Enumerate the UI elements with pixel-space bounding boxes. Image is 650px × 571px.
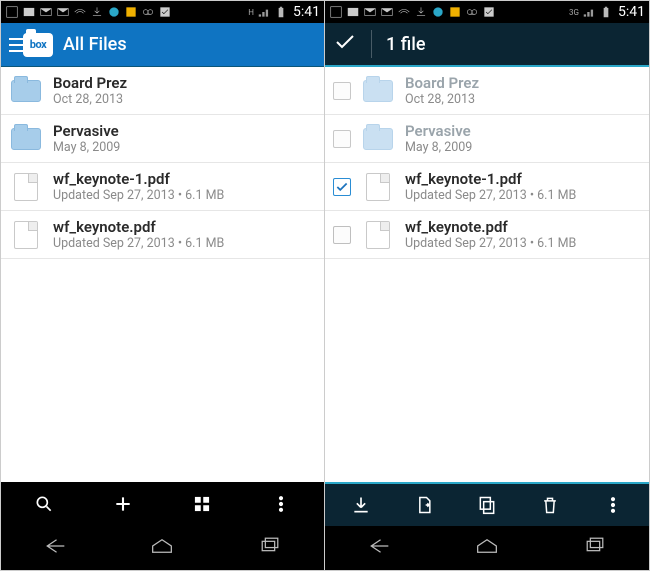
file-list-selection: Board Prez Oct 28, 2013 Pervasive May 8,… (325, 67, 649, 482)
checkbox[interactable] (333, 130, 351, 148)
signal-icon (257, 5, 271, 19)
audible-icon (397, 5, 411, 19)
share-button[interactable] (408, 489, 440, 521)
checkbox[interactable] (333, 226, 351, 244)
back-button[interactable] (365, 535, 393, 561)
action-bar (1, 482, 324, 526)
picture-icon (22, 5, 36, 19)
item-sub: Updated Sep 27, 2013 • 6.1 MB (53, 188, 224, 203)
item-sub: Updated Sep 27, 2013 • 6.1 MB (405, 236, 576, 251)
done-button[interactable] (333, 30, 357, 59)
app-icon (124, 5, 138, 19)
network-type: H (248, 8, 254, 17)
folder-icon (11, 80, 41, 102)
checkbox[interactable] (333, 82, 351, 100)
box-logo-icon: box (23, 33, 53, 57)
battery-icon (274, 5, 288, 19)
item-name: Pervasive (53, 122, 120, 140)
overflow-button[interactable] (597, 489, 629, 521)
download-button[interactable] (345, 489, 377, 521)
item-name: Board Prez (405, 74, 479, 92)
android-nav-bar (1, 526, 324, 570)
file-icon (14, 221, 38, 249)
item-name: wf_keynote-1.pdf (405, 170, 576, 188)
recent-apps-button[interactable] (256, 535, 284, 561)
phone-normal-mode: H 5:41 box All Files Board Prez Oct 28, … (1, 1, 325, 570)
folder-icon (363, 80, 393, 102)
download-icon (414, 5, 428, 19)
search-button[interactable] (28, 488, 60, 520)
selection-count: 1 file (386, 34, 425, 55)
clock: 5:41 (618, 4, 645, 20)
menu-and-logo[interactable]: box (9, 33, 53, 57)
app-icon (107, 5, 121, 19)
item-name: wf_keynote.pdf (53, 218, 224, 236)
status-bar: H 5:41 (1, 1, 324, 23)
list-item[interactable]: Pervasive May 8, 2009 (325, 115, 649, 163)
item-sub: Updated Sep 27, 2013 • 6.1 MB (53, 236, 224, 251)
list-item[interactable]: Board Prez Oct 28, 2013 (325, 67, 649, 115)
copy-button[interactable] (471, 489, 503, 521)
item-sub: Oct 28, 2013 (53, 92, 127, 107)
signal-icon (582, 5, 596, 19)
list-item[interactable]: wf_keynote-1.pdf Updated Sep 27, 2013 • … (1, 163, 324, 211)
status-bar: 3G 5:41 (325, 1, 649, 23)
check-icon (482, 5, 496, 19)
list-item[interactable]: wf_keynote-1.pdf Updated Sep 27, 2013 • … (325, 163, 649, 211)
grid-view-button[interactable] (186, 488, 218, 520)
picture-icon (346, 5, 360, 19)
folder-icon (363, 128, 393, 150)
separator (371, 30, 372, 58)
item-sub: Updated Sep 27, 2013 • 6.1 MB (405, 188, 576, 203)
list-item[interactable]: Pervasive May 8, 2009 (1, 115, 324, 163)
mail-icon (363, 5, 377, 19)
file-icon (366, 221, 390, 249)
delete-button[interactable] (534, 489, 566, 521)
app-icon (431, 5, 445, 19)
network-type: 3G (569, 8, 579, 17)
selection-app-bar: 1 file (325, 23, 649, 67)
file-icon (366, 173, 390, 201)
item-name: Board Prez (53, 74, 127, 92)
check-icon (158, 5, 172, 19)
app-bar: box All Files (1, 23, 324, 67)
item-name: Pervasive (405, 122, 472, 140)
file-list: Board Prez Oct 28, 2013 Pervasive May 8,… (1, 67, 324, 482)
notif-icon (329, 5, 343, 19)
folder-icon (11, 128, 41, 150)
android-nav-bar (325, 526, 649, 570)
item-sub: May 8, 2009 (53, 140, 120, 155)
audible-icon (73, 5, 87, 19)
selection-action-bar (325, 482, 649, 526)
mail-icon (380, 5, 394, 19)
download-icon (90, 5, 104, 19)
mail-icon (56, 5, 70, 19)
item-name: wf_keynote-1.pdf (53, 170, 224, 188)
voicemail-icon (141, 5, 155, 19)
notif-icon (5, 5, 19, 19)
mail-icon (39, 5, 53, 19)
list-item[interactable]: Board Prez Oct 28, 2013 (1, 67, 324, 115)
phone-selection-mode: 3G 5:41 1 file Board Prez Oct 28, 2013 (325, 1, 649, 570)
battery-icon (599, 5, 613, 19)
app-bar-title: All Files (63, 34, 127, 55)
home-button[interactable] (148, 535, 176, 561)
add-button[interactable] (107, 488, 139, 520)
checkbox-checked[interactable] (333, 178, 351, 196)
item-name: wf_keynote.pdf (405, 218, 576, 236)
back-button[interactable] (41, 535, 69, 561)
list-item[interactable]: wf_keynote.pdf Updated Sep 27, 2013 • 6.… (325, 211, 649, 259)
item-sub: Oct 28, 2013 (405, 92, 479, 107)
recent-apps-button[interactable] (581, 535, 609, 561)
clock: 5:41 (293, 4, 320, 20)
voicemail-icon (465, 5, 479, 19)
app-icon (448, 5, 462, 19)
file-icon (14, 173, 38, 201)
home-button[interactable] (473, 535, 501, 561)
overflow-button[interactable] (265, 488, 297, 520)
item-sub: May 8, 2009 (405, 140, 472, 155)
list-item[interactable]: wf_keynote.pdf Updated Sep 27, 2013 • 6.… (1, 211, 324, 259)
